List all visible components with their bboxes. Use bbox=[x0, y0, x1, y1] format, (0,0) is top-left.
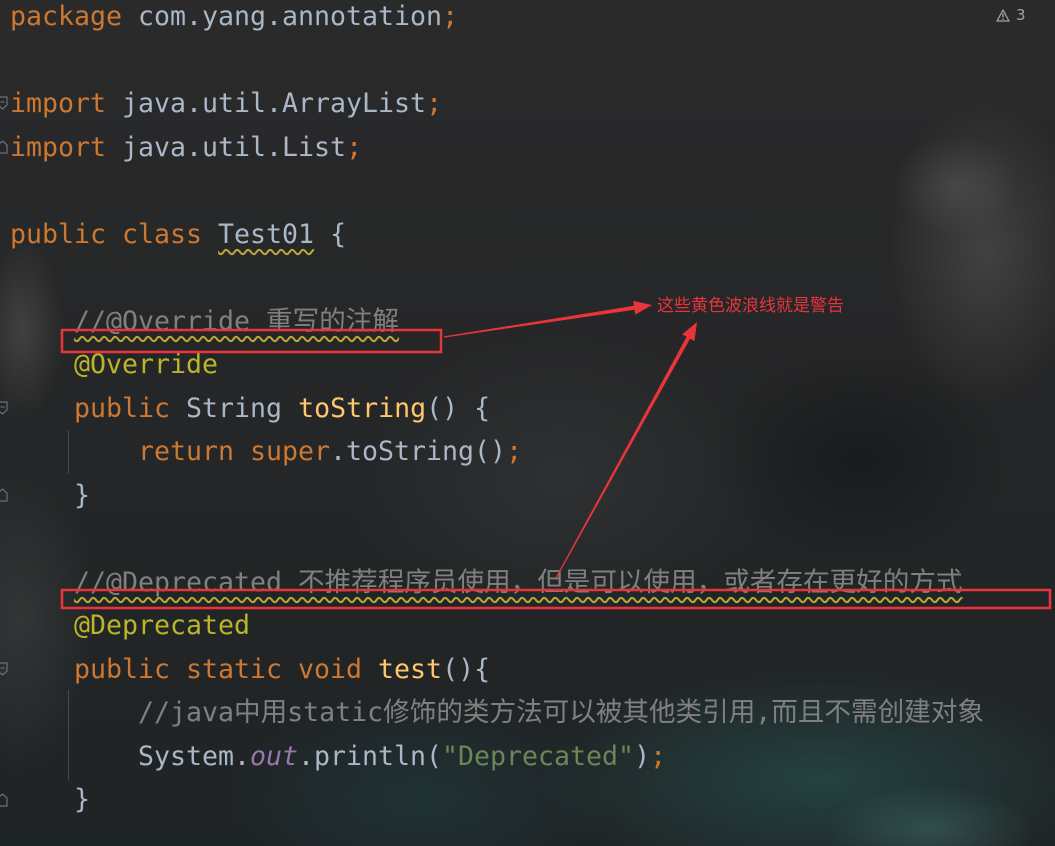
code-line-import[interactable]: import java.util.ArrayList; bbox=[10, 82, 1055, 126]
return-type: String bbox=[186, 392, 283, 424]
code-line-comment[interactable]: //@Override 重写的注解 bbox=[10, 300, 1055, 344]
keyword-package: package bbox=[10, 1, 123, 32]
code-line-annotation[interactable]: @Override bbox=[10, 343, 1055, 387]
static-method-comment: //java中用static修饰的类方法可以被其他类引用,而且不需创建对象 bbox=[138, 697, 984, 728]
keyword-public-static-void: public static void bbox=[74, 653, 363, 685]
import-path: java.util.List bbox=[122, 131, 347, 163]
semicolon: ; bbox=[442, 1, 459, 32]
code-line-close-brace[interactable]: } bbox=[10, 778, 1055, 822]
code-line-method-declaration[interactable]: public static void test(){ bbox=[10, 648, 1055, 692]
close-brace: } bbox=[74, 784, 91, 815]
semicolon: ; bbox=[506, 436, 523, 467]
close-paren: ) bbox=[634, 740, 651, 772]
blank-line[interactable] bbox=[10, 169, 1055, 213]
code-area[interactable]: package com.yang.annotation; import java… bbox=[10, 0, 1055, 822]
fold-start-icon[interactable] bbox=[0, 96, 9, 110]
string-literal: "Deprecated" bbox=[442, 740, 635, 772]
fold-start-icon[interactable] bbox=[0, 401, 9, 415]
semicolon: ; bbox=[426, 88, 443, 119]
fold-end-icon[interactable] bbox=[0, 140, 9, 154]
keyword-import: import bbox=[10, 131, 107, 163]
keyword-public: public bbox=[74, 392, 171, 424]
keyword-super: super bbox=[250, 436, 331, 467]
warning-triangle-icon bbox=[996, 8, 1010, 22]
method-params-brace: (){ bbox=[442, 653, 491, 685]
annotation-deprecated: @Deprecated bbox=[74, 610, 251, 641]
blank-line[interactable] bbox=[10, 517, 1055, 561]
class-name-with-warning[interactable]: Test01 bbox=[218, 219, 314, 250]
fold-end-icon[interactable] bbox=[0, 793, 9, 807]
deprecated-comment-with-warning[interactable]: //@Deprecated 不推荐程序员使用，但是可以使用，或者存在更好的方式 bbox=[74, 567, 962, 598]
method-name-test: test bbox=[378, 653, 443, 685]
code-line-method-declaration[interactable]: public String toString() { bbox=[10, 387, 1055, 431]
code-line-close-brace[interactable]: } bbox=[10, 474, 1055, 518]
method-params-brace: () { bbox=[426, 392, 491, 424]
method-name-tostring: toString bbox=[298, 392, 427, 424]
inspection-widget[interactable]: 3 bbox=[996, 5, 1026, 25]
fold-start-icon[interactable] bbox=[0, 662, 9, 676]
blank-line[interactable] bbox=[10, 256, 1055, 300]
code-line-return[interactable]: return super.toString(); bbox=[10, 430, 1055, 474]
close-brace: } bbox=[74, 479, 91, 511]
class-reference: System. bbox=[138, 740, 251, 772]
semicolon: ; bbox=[346, 131, 363, 163]
fold-end-icon[interactable] bbox=[0, 488, 9, 502]
import-path: java.util.ArrayList bbox=[122, 88, 427, 119]
code-editor[interactable]: package com.yang.annotation; import java… bbox=[0, 0, 1055, 846]
keyword-import: import bbox=[10, 88, 107, 119]
method-call: .toString() bbox=[330, 436, 507, 467]
keyword-return: return bbox=[138, 436, 235, 467]
open-brace: { bbox=[330, 218, 347, 250]
warning-count: 3 bbox=[1016, 6, 1026, 24]
code-line-println[interactable]: System.out.println("Deprecated"); bbox=[10, 735, 1055, 779]
code-line-import[interactable]: import java.util.List; bbox=[10, 126, 1055, 170]
code-line-comment[interactable]: //java中用static修饰的类方法可以被其他类引用,而且不需创建对象 bbox=[10, 691, 1055, 735]
method-call: .println( bbox=[298, 740, 443, 772]
code-line-annotation[interactable]: @Deprecated bbox=[10, 604, 1055, 648]
blank-line[interactable] bbox=[10, 39, 1055, 83]
code-line-package[interactable]: package com.yang.annotation; bbox=[10, 0, 1055, 39]
annotation-override: @Override bbox=[74, 349, 219, 380]
static-field-out: out bbox=[250, 740, 299, 772]
override-comment-with-warning[interactable]: //@Override 重写的注解 bbox=[74, 306, 399, 337]
warning-explanation-note: 这些黄色波浪线就是警告 bbox=[657, 296, 844, 316]
semicolon: ; bbox=[650, 740, 667, 772]
keyword-public-class: public class bbox=[10, 218, 203, 250]
code-line-comment[interactable]: //@Deprecated 不推荐程序员使用，但是可以使用，或者存在更好的方式 bbox=[10, 561, 1055, 605]
package-name: com.yang.annotation bbox=[138, 1, 443, 32]
code-line-class-declaration[interactable]: public class Test01 { bbox=[10, 213, 1055, 257]
